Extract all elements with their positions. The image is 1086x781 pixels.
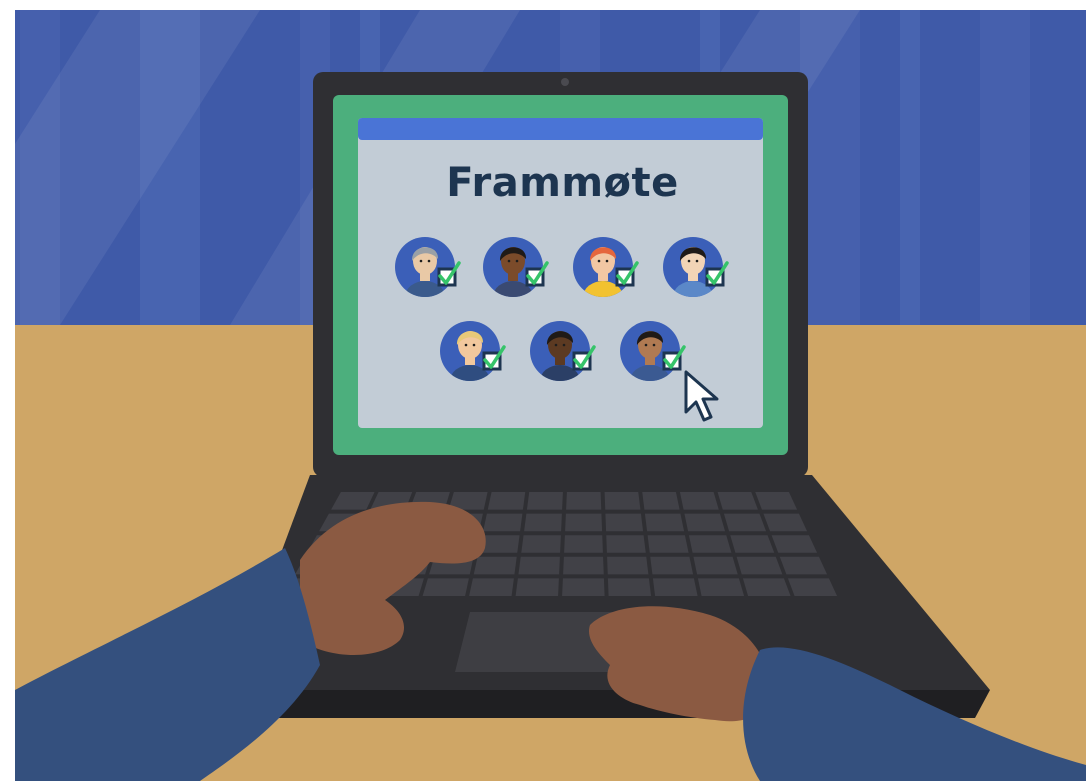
illustration-scene	[0, 10, 1086, 781]
keyboard-key[interactable]	[515, 578, 559, 596]
wall-stripe	[980, 10, 1030, 325]
wall-stripe	[900, 10, 920, 325]
keyboard-key[interactable]	[564, 535, 603, 553]
keyboard-key[interactable]	[483, 513, 523, 532]
keyboard-key[interactable]	[688, 535, 732, 553]
keyboard-key[interactable]	[693, 556, 738, 575]
keyboard-key[interactable]	[642, 492, 680, 510]
keyboard-key[interactable]	[736, 556, 783, 575]
page-title: Frammøte	[446, 160, 679, 206]
keyboard-key[interactable]	[521, 535, 561, 553]
keyboard-key[interactable]	[679, 492, 719, 510]
keyboard-key[interactable]	[717, 492, 758, 510]
keyboard-key[interactable]	[787, 578, 838, 596]
keyboard-key[interactable]	[730, 535, 775, 553]
keyboard-key[interactable]	[524, 513, 562, 532]
keyboard-key[interactable]	[487, 492, 526, 510]
keyboard-key[interactable]	[606, 535, 646, 553]
keyboard-key[interactable]	[563, 556, 604, 575]
keyboard-key[interactable]	[697, 578, 745, 596]
keyboard-key[interactable]	[422, 578, 469, 596]
keyboard-key[interactable]	[644, 513, 685, 532]
keyboard-key[interactable]	[473, 556, 517, 575]
screen-topbar	[358, 118, 763, 140]
keyboard-key[interactable]	[779, 556, 828, 575]
keyboard-key[interactable]	[565, 513, 603, 532]
keyboard-key[interactable]	[605, 513, 644, 532]
keyboard-key[interactable]	[684, 513, 726, 532]
keyboard-key[interactable]	[607, 556, 649, 575]
keyboard-key[interactable]	[723, 513, 767, 532]
keyboard-key[interactable]	[604, 492, 641, 510]
keyboard-key[interactable]	[647, 535, 689, 553]
keyboard-key[interactable]	[607, 578, 652, 596]
keyboard-key[interactable]	[650, 556, 694, 575]
keyboard-key[interactable]	[526, 492, 563, 510]
keyboard-key[interactable]	[469, 578, 514, 596]
keyboard-key[interactable]	[566, 492, 602, 510]
keyboard-key[interactable]	[562, 578, 605, 596]
webcam-icon	[561, 78, 569, 86]
keyboard-key[interactable]	[518, 556, 560, 575]
keyboard-key[interactable]	[652, 578, 698, 596]
keyboard-key[interactable]	[742, 578, 791, 596]
